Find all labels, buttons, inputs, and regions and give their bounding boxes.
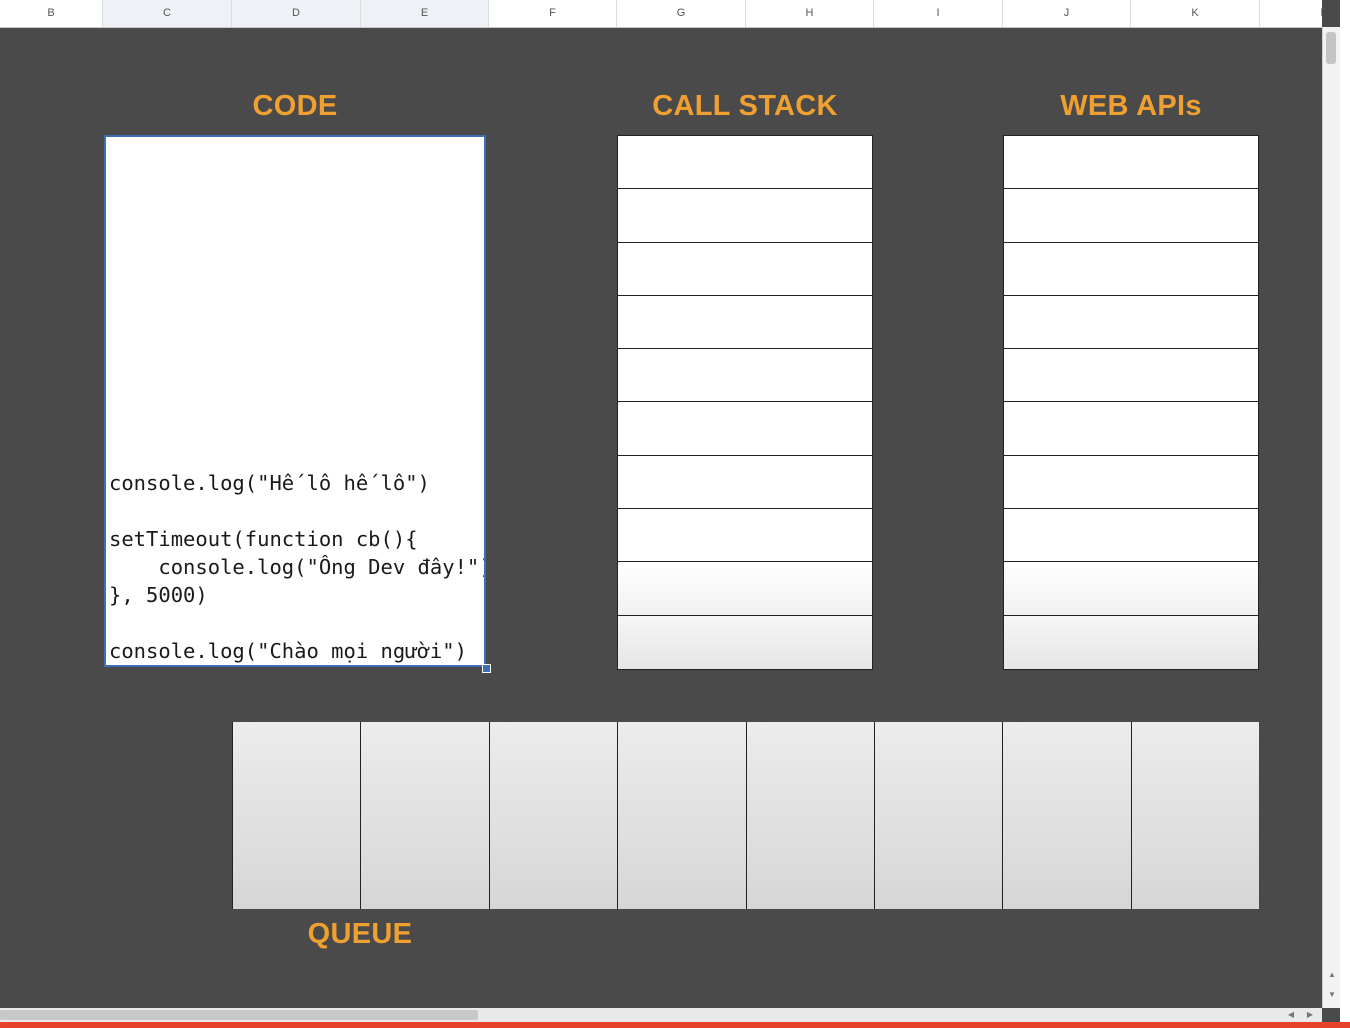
horizontal-scroll-thumb[interactable] [0,1010,478,1020]
queue-cell[interactable] [618,722,747,909]
vertical-scrollbar[interactable]: ▲ ▼ [1322,27,1341,1008]
code-box[interactable]: console.log("Hế lô hế lô") setTimeout(fu… [104,135,486,667]
web-apis-cell[interactable] [1004,189,1258,243]
column-header-j[interactable]: J [1003,0,1131,27]
code-block: console.log("Hế lô hế lô") setTimeout(fu… [109,469,486,665]
column-header-i[interactable]: I [874,0,1003,27]
scroll-right-icon[interactable]: ▶ [1303,1008,1317,1022]
horizontal-scrollbar[interactable]: ◀ ▶ [0,1008,1322,1022]
web-apis-cell[interactable] [1004,349,1258,403]
web-apis [1003,135,1259,670]
code-line: console.log("Chào mọi người") [109,639,467,663]
column-header-row: B C D E F G H I J K L [0,0,1322,28]
progress-bar [0,1022,1350,1028]
column-header-k[interactable]: K [1131,0,1260,27]
code-line: console.log("Ông Dev đây!") [109,555,486,579]
queue-cell[interactable] [1003,722,1132,909]
column-header-e[interactable]: E [361,0,489,27]
window-edge [1340,0,1350,1028]
scroll-up-icon[interactable]: ▲ [1326,969,1338,981]
web-apis-title: WEB APIs [1060,90,1202,122]
column-header-f[interactable]: F [489,0,617,27]
scroll-down-icon[interactable]: ▼ [1326,989,1338,1001]
call-stack-cell[interactable] [618,243,872,296]
web-apis-cell[interactable] [1004,456,1258,510]
queue-cell[interactable] [233,722,362,909]
code-line: console.log("Hế lô hế lô") [109,471,430,495]
call-stack-cell[interactable] [618,402,872,456]
call-stack-cell[interactable] [618,615,872,669]
call-stack-cell[interactable] [618,136,872,190]
queue-cell[interactable] [361,722,490,909]
queue-cell[interactable] [1131,722,1259,909]
queue-cell[interactable] [489,722,619,909]
column-header-b[interactable]: B [0,0,103,27]
vertical-scroll-thumb[interactable] [1326,32,1336,64]
column-header-h[interactable]: H [746,0,874,27]
column-header-c[interactable]: C [103,0,232,27]
call-stack [617,135,873,670]
web-apis-cell[interactable] [1004,615,1258,669]
call-stack-cell[interactable] [618,562,872,616]
queue-cell[interactable] [746,722,875,909]
code-line: setTimeout(function cb(){ [109,527,418,551]
scroll-left-icon[interactable]: ◀ [1284,1008,1298,1022]
call-stack-cell[interactable] [618,456,872,510]
web-apis-cell[interactable] [1004,402,1258,456]
web-apis-cell[interactable] [1004,136,1258,190]
fill-handle[interactable] [482,664,491,673]
column-header-d[interactable]: D [232,0,361,27]
queue-title: QUEUE [307,918,413,950]
web-apis-cell[interactable] [1004,296,1258,350]
queue [232,722,1259,909]
call-stack-cell[interactable] [618,349,872,403]
web-apis-cell[interactable] [1004,243,1258,296]
call-stack-cell[interactable] [618,296,872,350]
column-header-l[interactable]: L [1260,0,1322,27]
queue-cell[interactable] [874,722,1004,909]
column-header-g[interactable]: G [617,0,746,27]
code-line: }, 5000) [109,583,208,607]
web-apis-cell[interactable] [1004,562,1258,616]
code-title: CODE [252,90,338,122]
call-stack-cell[interactable] [618,509,872,563]
web-apis-cell[interactable] [1004,509,1258,563]
call-stack-title: CALL STACK [652,90,838,122]
call-stack-cell[interactable] [618,189,872,243]
